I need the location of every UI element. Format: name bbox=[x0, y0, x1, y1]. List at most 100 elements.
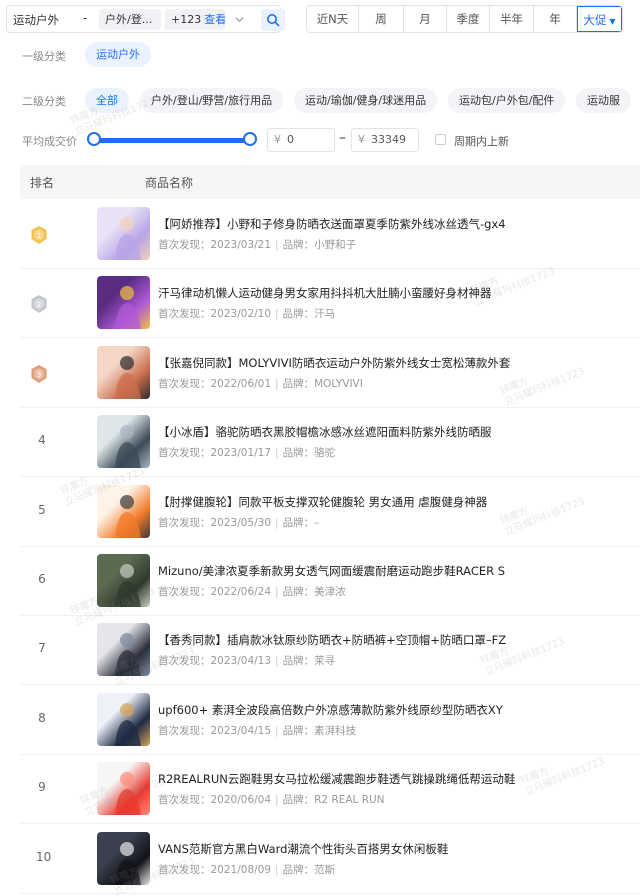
table-row[interactable]: 3 【张嘉倪同款】MOLYVIVI防晒衣运动户外防紫外线女士宽松薄款外套 首次发现：… bbox=[20, 339, 640, 408]
product-title[interactable]: upf600+ 素湃全波段高倍数户外凉感薄款防紫外线原纱型防晒衣XY bbox=[158, 702, 628, 718]
product-title[interactable]: 【肘撑健腹轮】同款平板支撑双轮健腹轮 男女通用 虐腹健身神器 bbox=[158, 494, 628, 510]
category-select[interactable]: 运动户外 - 户外/登... +123 查看 bbox=[6, 5, 285, 33]
category-separator: - bbox=[83, 11, 88, 25]
product-thumbnail[interactable] bbox=[97, 762, 150, 816]
category-main: 运动户外 bbox=[13, 13, 59, 27]
table-row[interactable]: 1 【阿娇推荐】小野和子修身防晒衣送面罩夏季防紫外线冰丝透气-gx4 首次发现：20… bbox=[20, 200, 640, 269]
medal-rank: 2 bbox=[37, 301, 41, 309]
product-title[interactable]: 【小冰盾】骆驼防晒衣黑胶帽檐冰感冰丝遮阳面料防紫外线防晒服 bbox=[158, 424, 628, 440]
brand-value: – bbox=[314, 516, 320, 529]
product-thumbnail[interactable] bbox=[97, 484, 150, 538]
table-row[interactable]: 10 VANS范斯官方黑白Ward潮流个性街头百搭男女休闲板鞋 首次发现：2021/… bbox=[20, 825, 640, 894]
product-image-icon bbox=[115, 217, 141, 260]
product-title[interactable]: 【张嘉倪同款】MOLYVIVI防晒衣运动户外防紫外线女士宽松薄款外套 bbox=[158, 355, 628, 371]
product-thumbnail[interactable] bbox=[97, 415, 150, 469]
meta-divider: | bbox=[275, 724, 279, 737]
table-row[interactable]: 6 Mizuno/美津浓夏季新款男女透气网面缓震耐磨运动跑步鞋RACER S 首次发… bbox=[20, 547, 640, 616]
slider-handle-max[interactable] bbox=[243, 132, 257, 146]
product-meta: 首次发现：2021/08/09 | 品牌：范斯 bbox=[158, 862, 335, 877]
product-image-icon bbox=[115, 286, 141, 330]
product-thumbnail[interactable] bbox=[97, 207, 150, 260]
product-thumbnail[interactable] bbox=[97, 345, 150, 399]
level2-pill-sports[interactable]: 运动/瑜伽/健身/球迷用品 bbox=[294, 88, 438, 113]
product-thumbnail[interactable] bbox=[97, 554, 150, 607]
table-row[interactable]: 7 【香秀同款】插肩款冰钛原纱防晒衣+防晒裤+空顶帽+防晒口罩–FZ 首次发现：20… bbox=[20, 616, 640, 686]
product-title[interactable]: VANS范斯官方黑白Ward潮流个性街头百搭男女休闲板鞋 bbox=[158, 841, 628, 857]
brand-value: 小野和子 bbox=[314, 239, 357, 251]
level2-pill-sportswear[interactable]: 运动服 bbox=[576, 88, 631, 113]
product-title[interactable]: Mizuno/美津浓夏季新款男女透气网面缓震耐磨运动跑步鞋RACER S bbox=[158, 563, 628, 579]
product-image-icon bbox=[115, 494, 141, 538]
product-meta: 首次发现：2023/04/15 | 品牌：素湃科技 bbox=[158, 723, 356, 738]
period-week[interactable]: 周 bbox=[359, 6, 404, 32]
category-more-tag[interactable]: +123 查看 bbox=[165, 9, 226, 30]
product-meta: 首次发现：2023/02/10 | 品牌：汗马 bbox=[158, 306, 335, 321]
product-meta: 首次发现：2022/06/24 | 品牌：美津浓 bbox=[158, 584, 346, 599]
brand-value: R2 REAL RUN bbox=[314, 794, 385, 807]
product-title[interactable]: 【阿娇推荐】小野和子修身防晒衣送面罩夏季防紫外线冰丝透气-gx4 bbox=[158, 216, 628, 232]
chevron-down-icon[interactable] bbox=[235, 15, 244, 24]
level2-pill-bags[interactable]: 运动包/户外包/配件 bbox=[448, 88, 566, 113]
period-month[interactable]: 月 bbox=[404, 6, 447, 32]
new-in-period-checkbox[interactable] bbox=[435, 134, 446, 145]
meta-divider: | bbox=[275, 308, 279, 321]
table-row[interactable]: 4 【小冰盾】骆驼防晒衣黑胶帽檐冰感冰丝遮阳面料防紫外线防晒服 首次发现：2023/… bbox=[20, 408, 640, 478]
period-year[interactable]: 年 bbox=[534, 6, 577, 32]
product-image-icon bbox=[115, 425, 141, 469]
period-recent-n-days[interactable]: 近N天 bbox=[307, 6, 359, 32]
price-min-input[interactable]: ¥0 bbox=[267, 128, 335, 152]
product-title[interactable]: R2REALRUN云跑鞋男女马拉松缓减震跑步鞋透气跳操跳绳低帮运动鞋 bbox=[158, 771, 628, 787]
table-row[interactable]: 5 【肘撑健腹轮】同款平板支撑双轮健腹轮 男女通用 虐腹健身神器 首次发现：2023… bbox=[20, 478, 640, 547]
first-seen-label: 首次发现： bbox=[158, 794, 211, 807]
meta-divider: | bbox=[275, 447, 279, 460]
level1-pill[interactable]: 运动户外 bbox=[85, 42, 151, 67]
product-image-icon bbox=[115, 355, 141, 399]
brand-label: 品牌： bbox=[282, 447, 315, 460]
brand-value: 范斯 bbox=[314, 863, 336, 876]
period-half-year[interactable]: 半年 bbox=[490, 6, 534, 32]
table-row[interactable]: 2 汗马律动机懒人运动健身男女家用抖抖机大肚腩小蛮腰好身材神器 首次发现：2023/… bbox=[20, 269, 640, 339]
product-title[interactable]: 汗马律动机懒人运动健身男女家用抖抖机大肚腩小蛮腰好身材神器 bbox=[158, 285, 628, 301]
brand-label: 品牌： bbox=[282, 724, 315, 737]
price-label: 平均成交价 bbox=[22, 135, 77, 148]
rank-number: 4 bbox=[38, 433, 46, 448]
product-meta: 首次发现：2023/03/21 | 品牌：小野和子 bbox=[158, 237, 356, 252]
price-max-input[interactable]: ¥33349 bbox=[351, 128, 419, 152]
table-row[interactable]: 9 R2REALRUN云跑鞋男女马拉松缓减震跑步鞋透气跳操跳绳低帮运动鞋 首次发现：… bbox=[20, 755, 640, 825]
level2-pill-outdoor[interactable]: 户外/登山/野营/旅行用品 bbox=[140, 88, 284, 113]
first-seen-date: 2020/06/04 bbox=[210, 794, 272, 807]
column-rank: 排名 bbox=[30, 176, 55, 190]
product-thumbnail[interactable] bbox=[97, 623, 150, 677]
level2-pill-all[interactable]: 全部 bbox=[85, 88, 129, 113]
product-thumbnail[interactable] bbox=[97, 276, 150, 330]
first-seen-date: 2023/03/21 bbox=[210, 239, 272, 251]
first-seen-label: 首次发现： bbox=[158, 239, 211, 251]
first-seen-date: 2023/02/10 bbox=[210, 308, 272, 321]
product-thumbnail[interactable] bbox=[97, 831, 150, 885]
top-filter-bar: 运动户外 - 户外/登... +123 查看 近N天 周 月 季度 半年 年 大促… bbox=[0, 0, 640, 40]
first-seen-date: 2023/01/17 bbox=[210, 447, 272, 460]
search-button[interactable] bbox=[261, 9, 285, 31]
rank-number: 7 bbox=[38, 641, 46, 656]
chevron-down-icon: ▼ bbox=[609, 17, 616, 26]
product-title[interactable]: 【香秀同款】插肩款冰钛原纱防晒衣+防晒裤+空顶帽+防晒口罩–FZ bbox=[158, 632, 628, 648]
meta-divider: | bbox=[275, 655, 279, 668]
rank-number: 10 bbox=[36, 849, 52, 864]
table-header: 排名 商品名称 bbox=[20, 165, 640, 199]
period-quarter[interactable]: 季度 bbox=[447, 6, 490, 32]
category-sub-tag[interactable]: 户外/登... bbox=[99, 9, 161, 30]
table-row[interactable]: 8 upf600+ 素湃全波段高倍数户外凉感薄款防紫外线原纱型防晒衣XY 首次发现：… bbox=[20, 686, 640, 755]
rank-number: 5 bbox=[38, 502, 46, 517]
product-thumbnail[interactable] bbox=[97, 692, 150, 746]
period-promotion-dropdown[interactable]: 大促 ▼ bbox=[577, 6, 622, 32]
slider-handle-min[interactable] bbox=[87, 132, 101, 146]
brand-value: 美津浓 bbox=[314, 586, 346, 598]
column-product-name[interactable]: 商品名称 bbox=[145, 174, 193, 191]
price-range-slider[interactable] bbox=[87, 132, 257, 146]
brand-label: 品牌： bbox=[282, 586, 315, 598]
period-promotion-label: 大促 bbox=[583, 13, 607, 27]
brand-label: 品牌： bbox=[282, 655, 315, 668]
product-meta: 首次发现：2023/05/30 | 品牌：– bbox=[158, 515, 319, 530]
medal-rank: 3 bbox=[37, 371, 41, 379]
category-view-link[interactable]: 查看 bbox=[204, 13, 226, 26]
